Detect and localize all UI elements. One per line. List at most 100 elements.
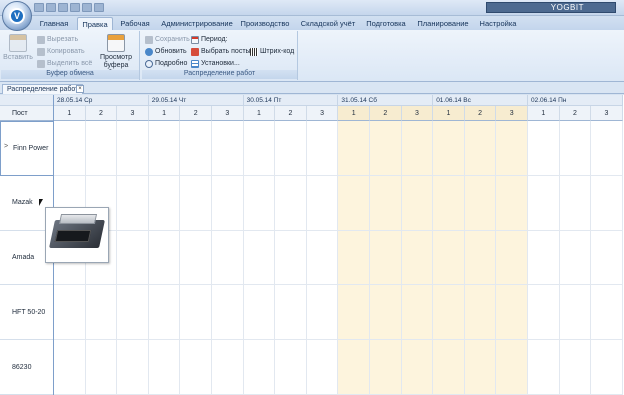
post-row-label[interactable]: 86230: [0, 340, 54, 395]
schedule-cell[interactable]: [464, 340, 497, 395]
schedule-cell[interactable]: [528, 340, 560, 395]
schedule-cell[interactable]: [496, 121, 528, 176]
schedule-cell[interactable]: [54, 121, 86, 176]
schedule-cell[interactable]: [117, 230, 149, 286]
schedule-cell[interactable]: [180, 175, 212, 231]
tab-administration[interactable]: Администрирование: [160, 17, 234, 30]
undo-quick-icon[interactable]: [46, 3, 56, 12]
schedule-cell[interactable]: [559, 175, 592, 231]
schedule-cell[interactable]: [559, 230, 592, 286]
schedule-cell[interactable]: [117, 121, 149, 176]
schedule-cell[interactable]: [559, 121, 592, 176]
schedule-cell[interactable]: [275, 340, 307, 395]
schedule-cell[interactable]: [306, 175, 339, 231]
schedule-cell[interactable]: [117, 175, 149, 231]
schedule-cell[interactable]: [212, 230, 244, 286]
schedule-cell[interactable]: [275, 230, 307, 286]
schedule-cell[interactable]: [338, 340, 370, 395]
cut-button[interactable]: Вырезать: [37, 35, 78, 45]
schedule-cell[interactable]: [433, 340, 465, 395]
schedule-cell[interactable]: [559, 340, 592, 395]
details-button[interactable]: Подробно: [145, 59, 187, 69]
schedule-cell[interactable]: [464, 285, 497, 341]
schedule-cell[interactable]: [370, 340, 402, 395]
select-all-button[interactable]: Выделить всё: [37, 59, 92, 69]
schedule-cell[interactable]: [401, 340, 434, 395]
schedule-cell[interactable]: [433, 121, 465, 176]
schedule-cell[interactable]: [401, 121, 434, 176]
schedule-cell[interactable]: [338, 121, 370, 176]
document-tab[interactable]: Распределение работ: [2, 84, 84, 94]
period-button[interactable]: Период:: [191, 35, 228, 45]
schedule-cell[interactable]: [528, 121, 560, 176]
schedule-cell[interactable]: [275, 285, 307, 341]
schedule-cell[interactable]: [433, 285, 465, 341]
preview-quick-icon[interactable]: [82, 3, 92, 12]
tab-preparation[interactable]: Подготовка: [363, 17, 409, 30]
tab-warehouse[interactable]: Складской учёт: [298, 17, 358, 30]
barcode-button[interactable]: Штрих-код: [250, 47, 294, 57]
schedule-cell[interactable]: [117, 285, 149, 341]
schedule-cell[interactable]: [464, 230, 497, 286]
schedule-cell[interactable]: [591, 340, 623, 395]
schedule-cell[interactable]: [180, 230, 212, 286]
schedule-cell[interactable]: [496, 230, 528, 286]
schedule-cell[interactable]: [148, 340, 181, 395]
schedule-cell[interactable]: [212, 175, 244, 231]
settings-button[interactable]: Установки...: [191, 59, 240, 69]
schedule-cell[interactable]: [591, 121, 623, 176]
tab-production[interactable]: Производство: [238, 17, 292, 30]
schedule-cell[interactable]: [85, 285, 118, 341]
schedule-cell[interactable]: [180, 121, 212, 176]
copy-button[interactable]: Копировать: [37, 47, 85, 57]
schedule-cell[interactable]: [464, 121, 497, 176]
print-quick-icon[interactable]: [70, 3, 80, 12]
tab-home[interactable]: Главная: [32, 17, 76, 30]
schedule-cell[interactable]: [370, 175, 402, 231]
schedule-cell[interactable]: [528, 285, 560, 341]
schedule-cell[interactable]: [243, 230, 276, 286]
tab-edit[interactable]: Правка: [77, 17, 113, 30]
schedule-cell[interactable]: [496, 285, 528, 341]
schedule-cell[interactable]: [496, 175, 528, 231]
schedule-cell[interactable]: [85, 121, 118, 176]
schedule-cell[interactable]: [591, 175, 623, 231]
schedule-cell[interactable]: [306, 285, 339, 341]
schedule-cell[interactable]: [148, 230, 181, 286]
schedule-cell[interactable]: [148, 175, 181, 231]
schedule-cell[interactable]: [148, 121, 181, 176]
copy-quick-icon[interactable]: [94, 3, 104, 12]
post-row-label[interactable]: Finn Power: [0, 121, 54, 176]
schedule-cell[interactable]: [496, 340, 528, 395]
schedule-cell[interactable]: [275, 121, 307, 176]
schedule-cell[interactable]: [148, 285, 181, 341]
schedule-cell[interactable]: [275, 175, 307, 231]
schedule-cell[interactable]: [370, 285, 402, 341]
schedule-cell[interactable]: [117, 340, 149, 395]
schedule-cell[interactable]: [433, 175, 465, 231]
tab-planning[interactable]: Планирование: [416, 17, 470, 30]
schedule-cell[interactable]: [243, 175, 276, 231]
schedule-cell[interactable]: [591, 285, 623, 341]
refresh-button[interactable]: Обновить: [145, 47, 187, 57]
schedule-cell[interactable]: [243, 340, 276, 395]
schedule-cell[interactable]: [433, 230, 465, 286]
save-button[interactable]: Сохранить: [145, 35, 190, 45]
select-posts-button[interactable]: Выбрать посты: [191, 47, 251, 57]
schedule-cell[interactable]: [464, 175, 497, 231]
schedule-cell[interactable]: [338, 175, 370, 231]
schedule-cell[interactable]: [54, 340, 86, 395]
schedule-cell[interactable]: [306, 230, 339, 286]
schedule-cell[interactable]: [306, 121, 339, 176]
schedule-cell[interactable]: [559, 285, 592, 341]
schedule-cell[interactable]: [401, 230, 434, 286]
post-row-label[interactable]: HFT 50-20: [0, 285, 54, 341]
schedule-cell[interactable]: [338, 230, 370, 286]
redo-quick-icon[interactable]: [58, 3, 68, 12]
schedule-cell[interactable]: [370, 230, 402, 286]
schedule-cell[interactable]: [401, 175, 434, 231]
schedule-cell[interactable]: [212, 121, 244, 176]
paste-button[interactable]: Вставить: [3, 34, 33, 62]
schedule-cell[interactable]: [528, 175, 560, 231]
tab-work[interactable]: Рабочая: [115, 17, 155, 30]
